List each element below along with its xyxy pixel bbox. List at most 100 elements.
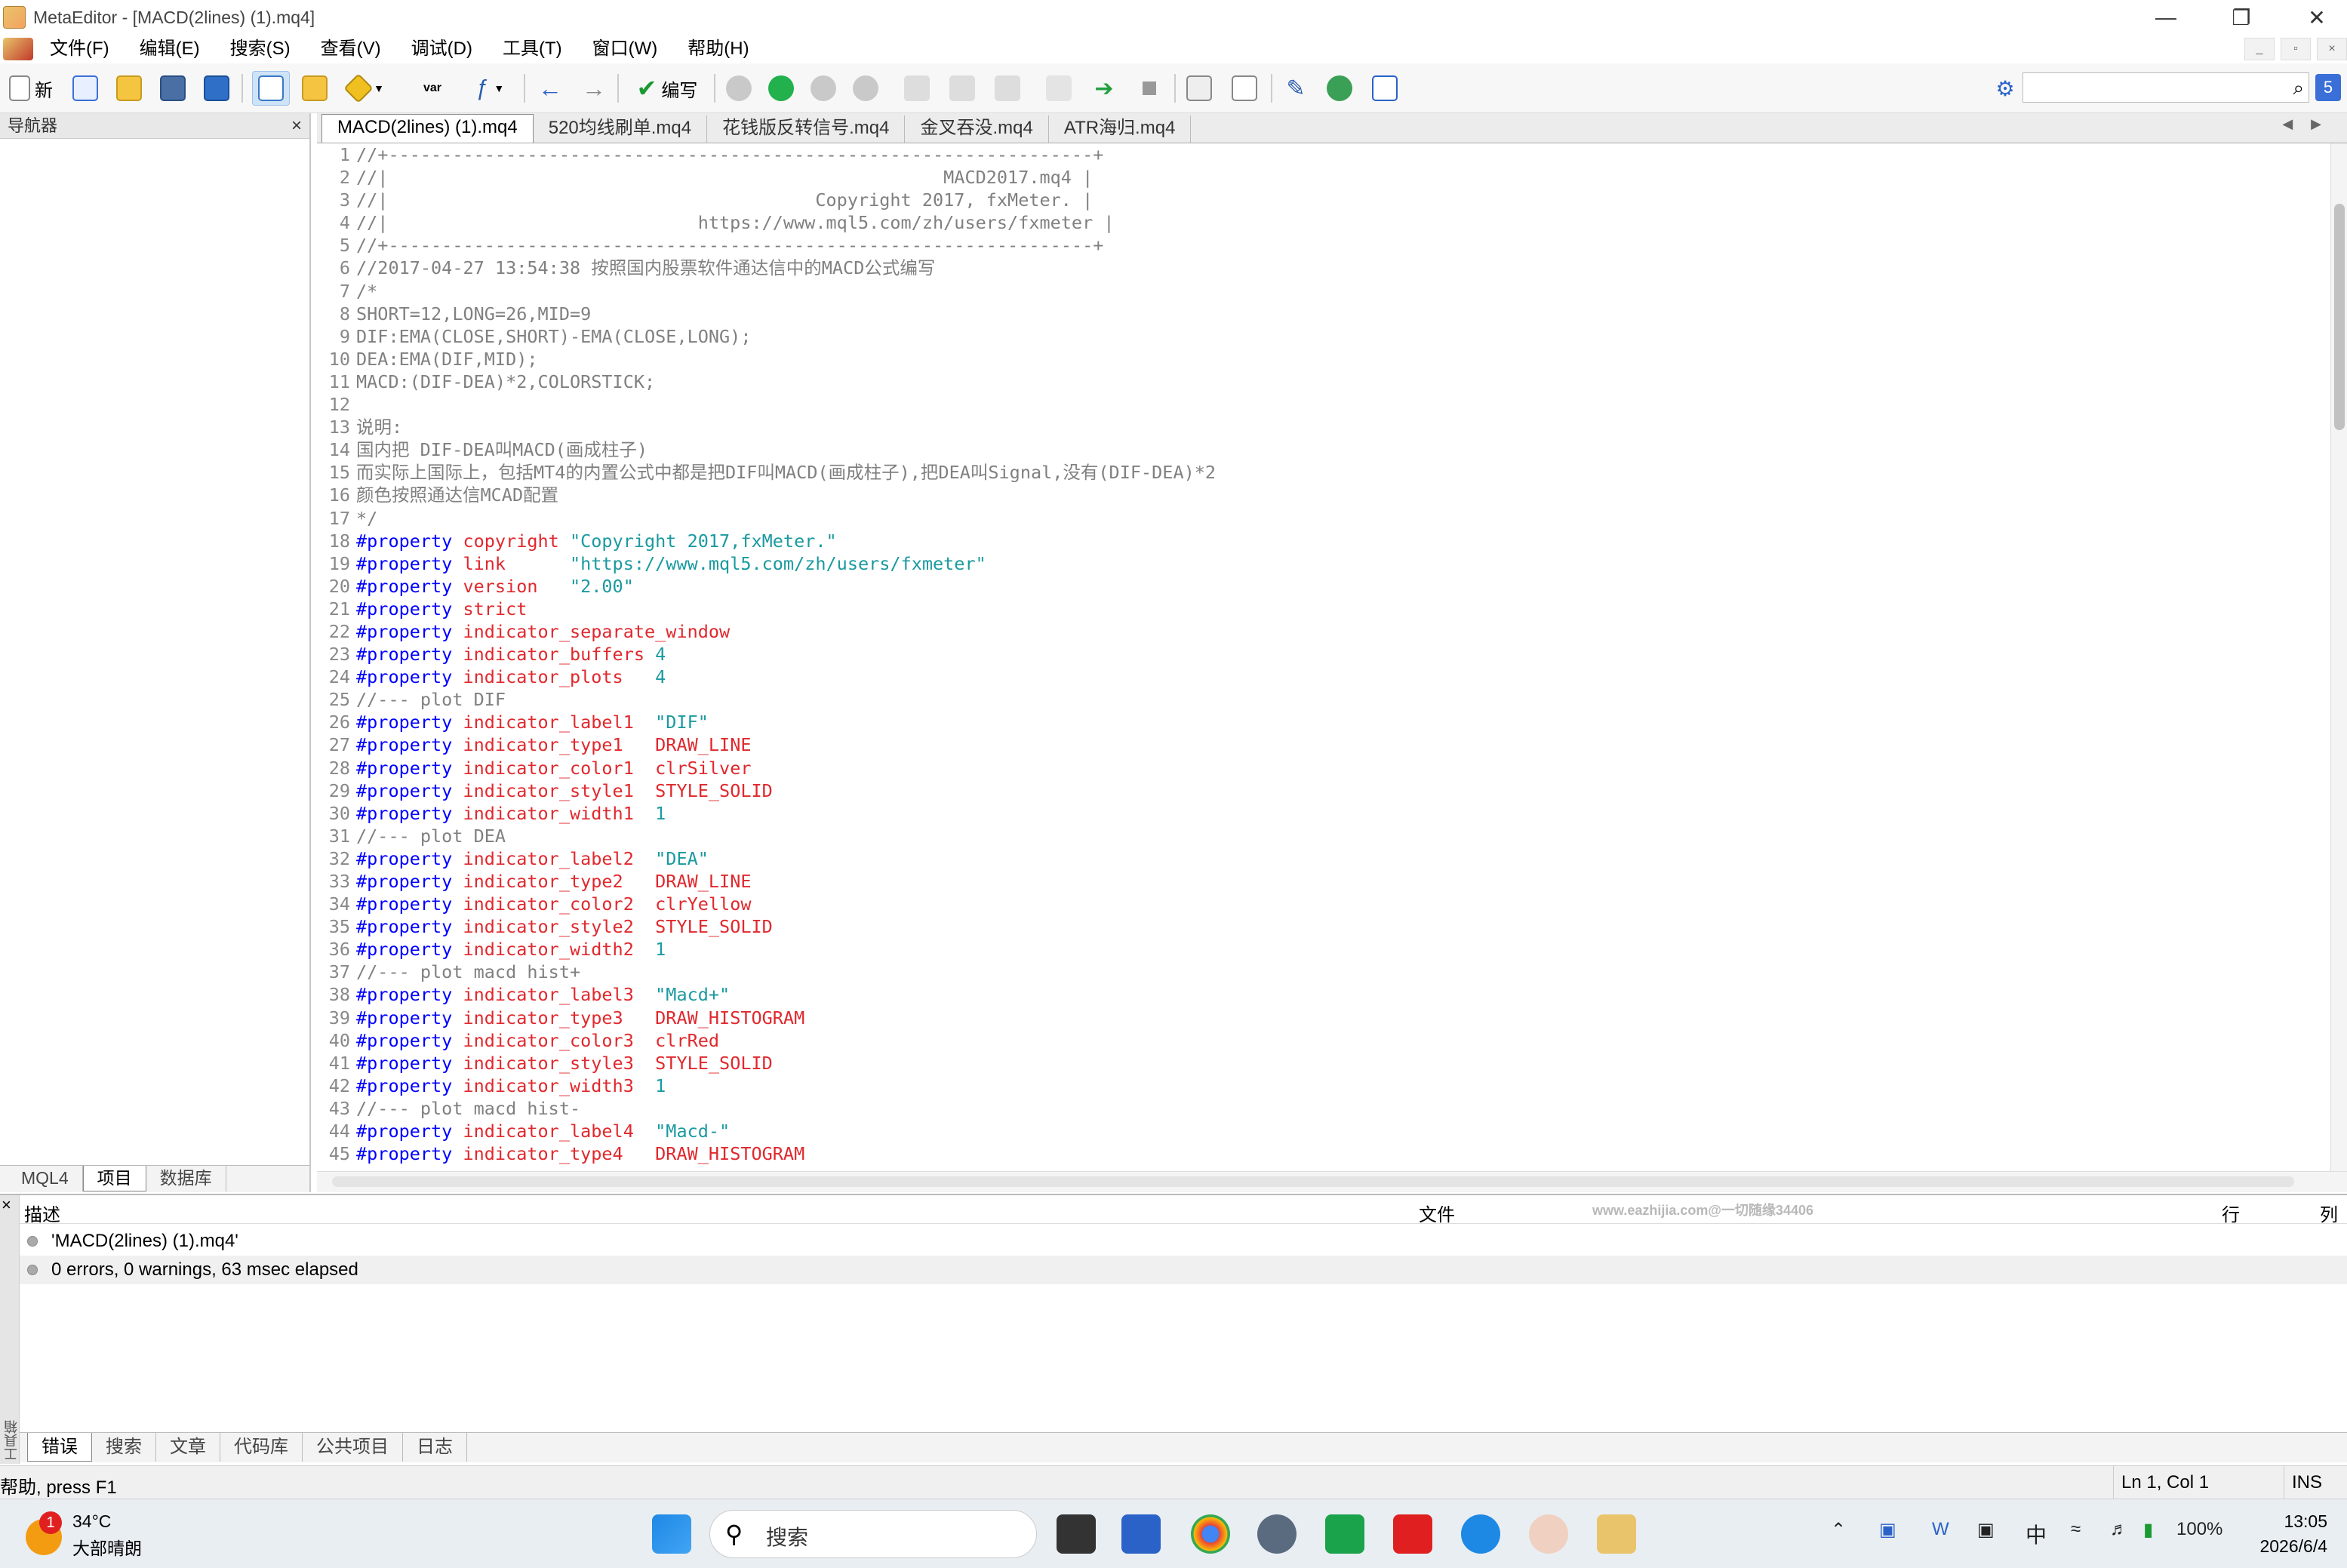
mql5-logo-icon[interactable]: 5 bbox=[2315, 74, 2341, 101]
menu-view[interactable]: 查看(V) bbox=[307, 35, 395, 63]
tab-mql4[interactable]: MQL4 bbox=[8, 1166, 83, 1191]
show-hidden-icons[interactable]: ⌃ bbox=[1831, 1519, 1846, 1541]
file-tab-reversal[interactable]: 花钱版反转信号.mq4 bbox=[707, 115, 906, 143]
code-line[interactable]: 32 #property indicator_label2 "DEA" bbox=[317, 847, 2330, 870]
vertical-scrollbar[interactable] bbox=[2330, 143, 2347, 1171]
code-line[interactable]: 28 #property indicator_color1 clrSilver bbox=[317, 757, 2330, 779]
minimize-button[interactable]: — bbox=[2128, 0, 2204, 35]
stop-button[interactable] bbox=[848, 71, 883, 106]
horizontal-scroll-thumb[interactable] bbox=[332, 1176, 2294, 1187]
battery-icon[interactable]: ▮ bbox=[2143, 1519, 2153, 1541]
code-line[interactable]: 35 #property indicator_style2 STYLE_SOLID bbox=[317, 915, 2330, 938]
column-line[interactable]: 行 bbox=[2222, 1200, 2240, 1226]
code-line[interactable]: 38 #property indicator_label3 "Macd+" bbox=[317, 983, 2330, 1006]
mdi-restore-button[interactable]: ▫ bbox=[2281, 38, 2311, 60]
code-line[interactable]: 6 //2017-04-27 13:54:38 按照国内股票软件通达信中的MACD… bbox=[317, 257, 2330, 279]
mdi-close-button[interactable]: × bbox=[2317, 38, 2347, 60]
code-line[interactable]: 14 国内把 DIF-DEA叫MACD(画成柱子) bbox=[317, 438, 2330, 461]
step-into-button[interactable] bbox=[900, 71, 934, 106]
wifi-icon[interactable]: ≈ bbox=[2071, 1519, 2081, 1540]
code-line[interactable]: 45 #property indicator_type4 DRAW_HISTOGR… bbox=[317, 1142, 2330, 1165]
file-tab-macd[interactable]: MACD(2lines) (1).mq4 bbox=[321, 114, 534, 143]
pause-button[interactable] bbox=[806, 71, 841, 106]
taskbar-search[interactable]: ⚲ 搜索 bbox=[709, 1510, 1037, 1558]
stop-profiling-button[interactable] bbox=[1132, 71, 1167, 106]
tab-project[interactable]: 项目 bbox=[82, 1166, 146, 1191]
tab-database[interactable]: 数据库 bbox=[146, 1166, 226, 1191]
menu-file[interactable]: 文件(F) bbox=[36, 35, 123, 63]
code-line[interactable]: 33 #property indicator_type2 DRAW_LINE bbox=[317, 870, 2330, 893]
code-line[interactable]: 37 //--- plot macd hist+ bbox=[317, 961, 2330, 983]
code-line[interactable]: 22 #property indicator_separate_window bbox=[317, 620, 2330, 643]
network-app-icon[interactable] bbox=[1121, 1514, 1161, 1554]
debug-history-button[interactable] bbox=[721, 71, 756, 106]
tab-errors[interactable]: 错误 bbox=[27, 1433, 92, 1462]
code-line[interactable]: 7 /* bbox=[317, 280, 2330, 303]
terminal-button[interactable] bbox=[1367, 71, 1402, 106]
code-line[interactable]: 44 #property indicator_label4 "Macd-" bbox=[317, 1120, 2330, 1142]
list-item[interactable]: 0 errors, 0 warnings, 63 msec elapsed bbox=[20, 1256, 2347, 1284]
column-col[interactable]: 列 bbox=[2320, 1200, 2338, 1226]
mql5-storage-button[interactable] bbox=[1322, 71, 1357, 106]
horizontal-scrollbar[interactable] bbox=[317, 1171, 2347, 1192]
windows-start-icon[interactable] bbox=[652, 1514, 691, 1554]
code-line[interactable]: 43 //--- plot macd hist- bbox=[317, 1097, 2330, 1120]
code-line[interactable]: 18 #property copyright "Copyright 2017,fx… bbox=[317, 530, 2330, 552]
menu-edit[interactable]: 编辑(E) bbox=[126, 35, 214, 63]
code-line[interactable]: 40 #property indicator_color3 clrRed bbox=[317, 1029, 2330, 1052]
code-line[interactable]: 26 #property indicator_label1 "DIF" bbox=[317, 711, 2330, 733]
code-line[interactable]: 15 而实际上国际上，包括MT4的内置公式中都是把DIF叫MACD(画成柱子),把… bbox=[317, 461, 2330, 484]
avatar-app-icon[interactable] bbox=[1529, 1514, 1568, 1554]
clock[interactable]: 13:05 2026/6/4 bbox=[2237, 1511, 2327, 1557]
menu-search[interactable]: 搜索(S) bbox=[217, 35, 304, 63]
wps-sheet-icon[interactable] bbox=[1325, 1514, 1364, 1554]
code-line[interactable]: 8 SHORT=12,LONG=26,MID=9 bbox=[317, 303, 2330, 325]
search-settings-button[interactable]: ⚙ bbox=[1992, 71, 2018, 106]
styler-dropdown-button[interactable]: ▼ bbox=[341, 71, 391, 106]
code-line[interactable]: 11 MACD:(DIF-DEA)*2,COLORSTICK; bbox=[317, 370, 2330, 393]
code-line[interactable]: 1 //+------------------------------------… bbox=[317, 143, 2330, 166]
compile-button[interactable]: ✔ 编写 bbox=[626, 71, 708, 106]
open-button[interactable] bbox=[112, 71, 146, 106]
settings-gear-icon[interactable] bbox=[1257, 1514, 1297, 1554]
toggle-breakpoint-button[interactable] bbox=[1041, 71, 1076, 106]
chrome-icon[interactable] bbox=[1191, 1514, 1230, 1554]
code-line[interactable]: 19 #property link "https://www.mql5.com/z… bbox=[317, 552, 2330, 575]
new-file-button[interactable]: 新 bbox=[3, 71, 59, 106]
tab-articles[interactable]: 文章 bbox=[156, 1433, 220, 1462]
code-line[interactable]: 9 DIF:EMA(CLOSE,SHORT)-EMA(CLOSE,LONG); bbox=[317, 325, 2330, 348]
navigator-toggle-button[interactable] bbox=[252, 71, 290, 106]
tray-toggle-icon[interactable]: ▣ bbox=[1977, 1519, 1995, 1541]
code-line[interactable]: 10 DEA:EMA(DIF,MID); bbox=[317, 348, 2330, 370]
code-line[interactable]: 29 #property indicator_style1 STYLE_SOLID bbox=[317, 779, 2330, 802]
code-line[interactable]: 12 bbox=[317, 393, 2330, 416]
code-line[interactable]: 27 #property indicator_type1 DRAW_LINE bbox=[317, 733, 2330, 756]
find-button[interactable] bbox=[1227, 71, 1262, 106]
search-icon[interactable]: ⌕ bbox=[2293, 76, 2304, 100]
code-area[interactable]: 1 //+------------------------------------… bbox=[317, 143, 2330, 1171]
mdi-minimize-button[interactable]: _ bbox=[2244, 38, 2275, 60]
tray-wps-icon[interactable]: W bbox=[1932, 1519, 1949, 1540]
code-line[interactable]: 39 #property indicator_type3 DRAW_HISTOGR… bbox=[317, 1007, 2330, 1029]
document-icon[interactable] bbox=[3, 38, 33, 60]
code-line[interactable]: 31 //--- plot DEA bbox=[317, 825, 2330, 847]
file-tab-atr[interactable]: ATR海归.mq4 bbox=[1049, 115, 1192, 143]
step-out-button[interactable] bbox=[990, 71, 1025, 106]
search-input[interactable] bbox=[2023, 73, 2272, 100]
insert-function-button[interactable]: ƒ ▼ bbox=[462, 71, 518, 106]
tab-codebase[interactable]: 代码库 bbox=[220, 1433, 303, 1462]
code-line[interactable]: 34 #property indicator_color2 clrYellow bbox=[317, 893, 2330, 915]
mql5-community-button[interactable]: ✎ bbox=[1278, 71, 1313, 106]
insert-variable-button[interactable]: var bbox=[414, 71, 451, 106]
code-line[interactable]: 20 #property version "2.00" bbox=[317, 575, 2330, 598]
toolbox-toggle-button[interactable] bbox=[297, 71, 332, 106]
code-line[interactable]: 30 #property indicator_width1 1 bbox=[317, 802, 2330, 825]
list-item[interactable]: 'MACD(2lines) (1).mq4' bbox=[20, 1227, 2347, 1256]
save-all-button[interactable] bbox=[199, 71, 234, 106]
code-line[interactable]: 3 //| Copyright 2017, fxMeter. | bbox=[317, 189, 2330, 211]
close-window-button[interactable]: ✕ bbox=[2279, 0, 2347, 35]
forward-button[interactable]: → bbox=[577, 71, 611, 106]
code-line[interactable]: 36 #property indicator_width2 1 bbox=[317, 938, 2330, 961]
close-icon[interactable]: × bbox=[291, 113, 302, 139]
vertical-scroll-thumb[interactable] bbox=[2334, 204, 2345, 430]
